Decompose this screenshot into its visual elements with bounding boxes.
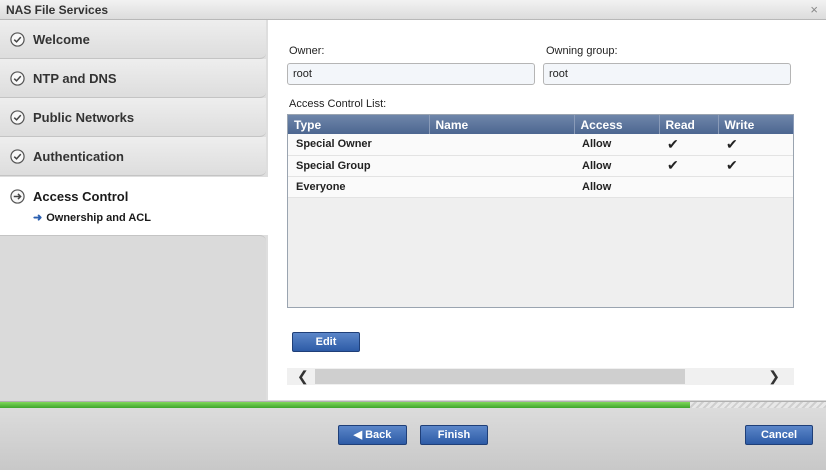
column-header-access[interactable]: Access bbox=[574, 115, 660, 134]
acl-label: Access Control List: bbox=[289, 98, 387, 110]
cell-name bbox=[429, 155, 574, 177]
cell-name bbox=[429, 134, 574, 156]
step-label: Welcome bbox=[33, 32, 90, 47]
cell-read bbox=[659, 176, 718, 198]
column-header-name[interactable]: Name bbox=[429, 115, 575, 134]
check-circle-icon bbox=[10, 71, 25, 86]
cell-access: Allow bbox=[574, 155, 659, 177]
edit-button[interactable]: Edit bbox=[292, 332, 360, 352]
owner-input[interactable] bbox=[287, 63, 535, 85]
wizard-sidebar: Welcome NTP and DNS Public Networks Auth… bbox=[0, 20, 268, 400]
owner-label: Owner: bbox=[289, 45, 325, 57]
checkmark-icon: ✔ bbox=[659, 134, 718, 156]
substep-label: Ownership and ACL bbox=[46, 212, 151, 224]
cell-type: Special Group bbox=[288, 155, 429, 177]
column-header-write[interactable]: Write bbox=[718, 115, 794, 134]
close-icon[interactable]: × bbox=[810, 2, 818, 17]
checkmark-icon: ✔ bbox=[718, 155, 793, 177]
horizontal-scrollbar[interactable]: ❮ ❯ bbox=[287, 368, 794, 385]
window-title: NAS File Services bbox=[6, 3, 109, 17]
back-button[interactable]: ◀ Back bbox=[338, 425, 407, 445]
arrow-circle-icon bbox=[10, 189, 25, 204]
arrow-right-icon: ➜ bbox=[33, 212, 43, 224]
step-access-control[interactable]: Access Control ➜ Ownership and ACL bbox=[0, 177, 268, 235]
step-authentication[interactable]: Authentication bbox=[0, 137, 266, 176]
step-public-networks[interactable]: Public Networks bbox=[0, 98, 266, 137]
acl-table: Type Name Access Read Write Special Owne… bbox=[287, 114, 794, 308]
cell-type: Everyone bbox=[288, 176, 429, 198]
scroll-right-icon[interactable]: ❯ bbox=[768, 368, 780, 385]
step-label: Authentication bbox=[33, 149, 124, 164]
sidebar-empty-area bbox=[0, 235, 266, 400]
step-label: Access Control bbox=[33, 189, 129, 204]
cell-name bbox=[429, 176, 574, 198]
cell-access: Allow bbox=[574, 134, 659, 156]
cancel-button[interactable]: Cancel bbox=[745, 425, 813, 445]
check-circle-icon bbox=[10, 32, 25, 47]
checkmark-icon: ✔ bbox=[718, 134, 793, 156]
column-header-read[interactable]: Read bbox=[659, 115, 719, 134]
wizard-footer bbox=[0, 408, 826, 470]
step-welcome[interactable]: Welcome bbox=[0, 20, 266, 59]
owning-group-label: Owning group: bbox=[546, 45, 618, 57]
check-circle-icon bbox=[10, 110, 25, 125]
owning-group-input[interactable] bbox=[543, 63, 791, 85]
step-label: NTP and DNS bbox=[33, 71, 117, 86]
finish-button[interactable]: Finish bbox=[420, 425, 488, 445]
checkmark-icon: ✔ bbox=[659, 155, 718, 177]
scroll-left-icon[interactable]: ❮ bbox=[297, 368, 309, 385]
window-titlebar: NAS File Services × bbox=[0, 0, 826, 20]
step-ntp-dns[interactable]: NTP and DNS bbox=[0, 59, 266, 98]
cell-write bbox=[718, 176, 793, 198]
scrollbar-thumb[interactable] bbox=[315, 369, 685, 384]
check-circle-icon bbox=[10, 149, 25, 164]
wizard-progress-bar bbox=[0, 401, 826, 408]
substep-ownership-acl[interactable]: ➜ Ownership and ACL bbox=[33, 211, 151, 224]
acl-header-row: Type Name Access Read Write bbox=[288, 115, 794, 134]
step-label: Public Networks bbox=[33, 110, 135, 125]
table-row[interactable]: Special Group Allow ✔ ✔ bbox=[288, 155, 793, 177]
column-header-type[interactable]: Type bbox=[288, 115, 430, 134]
table-row[interactable]: Everyone Allow bbox=[288, 176, 793, 198]
cell-type: Special Owner bbox=[288, 134, 429, 156]
cell-access: Allow bbox=[574, 176, 659, 198]
table-row[interactable]: Special Owner Allow ✔ ✔ bbox=[288, 134, 793, 156]
